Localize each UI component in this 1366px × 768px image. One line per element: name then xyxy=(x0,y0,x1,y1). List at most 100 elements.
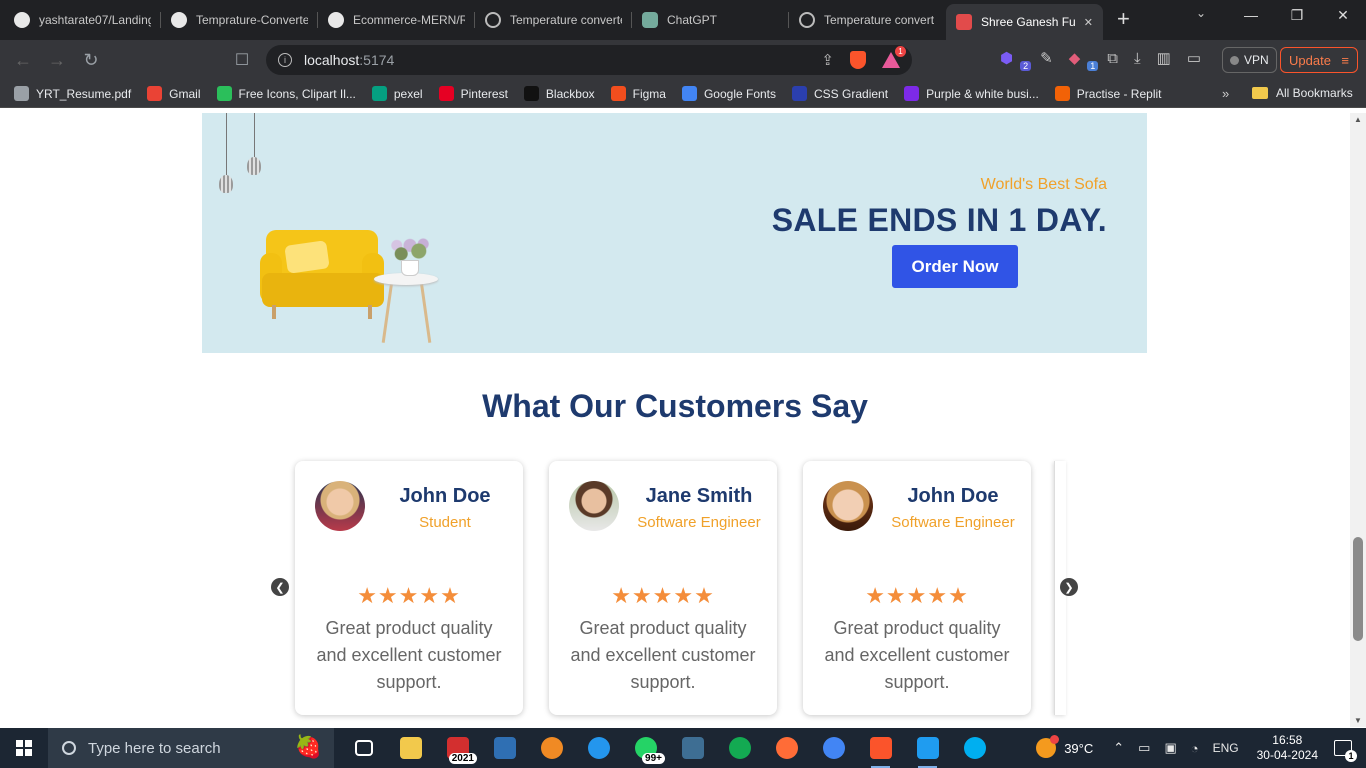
taskbar-app-postman[interactable] xyxy=(763,728,810,768)
order-now-button[interactable]: Order Now xyxy=(892,245,1018,288)
taskbar-app-chrome[interactable] xyxy=(810,728,857,768)
browser-tab[interactable]: Ecommerce-MERN/R xyxy=(318,4,475,36)
bookmark-favicon-icon xyxy=(792,86,808,101)
minimize-button[interactable]: — xyxy=(1228,0,1274,30)
brave-rewards-icon[interactable]: 1 xyxy=(882,46,906,68)
wifi-icon[interactable]: ◔ xyxy=(1191,741,1199,756)
bookmark-label: YRT_Resume.pdf xyxy=(36,86,132,101)
site-info-icon[interactable]: i xyxy=(278,53,292,67)
taskbar-app-whatsapp[interactable]: 99+ xyxy=(622,728,669,768)
bookmark-item[interactable]: Pinterest xyxy=(438,86,508,101)
share-icon[interactable]: ⇪ xyxy=(821,51,834,69)
taskbar-app-docker[interactable] xyxy=(575,728,622,768)
show-hidden-icons-chevron-icon[interactable]: ⌃ xyxy=(1113,740,1124,756)
carousel-prev-button[interactable]: ❮ xyxy=(271,578,289,596)
taskbar-app-mongodb[interactable] xyxy=(716,728,763,768)
wallet-icon[interactable]: ▭ xyxy=(1187,49,1201,67)
update-button[interactable]: Update ≡ xyxy=(1280,47,1358,73)
bookmarks-overflow-button[interactable]: » xyxy=(1222,86,1229,101)
extension-cube-icon[interactable]: ◆ 1 xyxy=(1069,49,1099,71)
bookmark-favicon-icon xyxy=(216,86,232,101)
address-bar[interactable]: i localhost:5174 ⇪ 1 xyxy=(266,45,912,75)
bookmark-label: Pinterest xyxy=(460,86,508,101)
tab-search-chevron-icon[interactable]: ⌄ xyxy=(1196,6,1206,20)
bookmark-item[interactable]: pexel xyxy=(371,86,423,101)
carousel-next-button[interactable]: ❯ xyxy=(1060,578,1078,596)
taskbar-app-file-explorer[interactable] xyxy=(387,728,434,768)
app-badge: 99+ xyxy=(642,753,665,764)
menu-icon: ≡ xyxy=(1341,52,1349,68)
extension-badge: 1 xyxy=(1087,61,1099,71)
taskbar-app-mysql-workbench[interactable] xyxy=(669,728,716,768)
browser-tab[interactable]: ChatGPT xyxy=(632,4,789,36)
bookmark-item[interactable]: Gmail xyxy=(147,86,201,101)
vpn-button[interactable]: VPN xyxy=(1222,47,1277,73)
close-tab-icon[interactable]: ✕ xyxy=(1084,16,1093,29)
forward-button[interactable]: → xyxy=(40,50,74,71)
file-explorer-icon xyxy=(399,737,422,759)
sidebar-icon[interactable]: ▥ xyxy=(1157,49,1171,67)
new-tab-button[interactable]: + xyxy=(1117,6,1130,32)
browser-tab[interactable]: Temperature convert xyxy=(789,4,946,36)
browser-tab[interactable]: yashtarate07/Landing xyxy=(4,4,161,36)
taskbar-clock[interactable]: 16:58 30-04-2024 xyxy=(1257,733,1318,763)
browser-tab[interactable]: Shree Ganesh Fu ✕ xyxy=(946,4,1103,40)
start-button[interactable] xyxy=(0,728,48,768)
brave-shields-icon[interactable] xyxy=(850,51,866,69)
scroll-up-icon[interactable]: ▲ xyxy=(1350,115,1366,124)
taskbar-app-vscode[interactable] xyxy=(904,728,951,768)
page-scrollbar[interactable]: ▲ ▼ xyxy=(1350,113,1366,727)
all-bookmarks-button[interactable]: All Bookmarks xyxy=(1252,86,1353,100)
mysql-workbench-icon xyxy=(681,737,704,759)
bookmark-item[interactable]: Blackbox xyxy=(523,86,595,101)
bookmark-page-icon[interactable]: ☐ xyxy=(225,50,259,70)
reload-button[interactable]: ↻ xyxy=(74,50,108,71)
github-icon xyxy=(171,12,187,28)
color-picker-icon[interactable]: ✎ xyxy=(1040,49,1053,67)
browser-tab[interactable]: Temperature converte xyxy=(475,4,632,36)
restore-button[interactable]: ❐ xyxy=(1274,0,1320,30)
battery-icon[interactable]: ▭ xyxy=(1138,740,1150,756)
tab-label: Shree Ganesh Fu xyxy=(981,15,1076,29)
extension-hexagon-icon[interactable]: ⬢ 2 xyxy=(1000,49,1032,71)
taskbar-app-skype[interactable] xyxy=(951,728,998,768)
testimonial-quote: Great product quality and excellent cust… xyxy=(570,618,756,692)
bookmark-item[interactable]: YRT_Resume.pdf xyxy=(14,86,131,101)
testimonial-quote: Great product quality and excellent cust… xyxy=(824,618,1010,692)
avatar xyxy=(569,481,619,531)
customer-name: John Doe xyxy=(399,485,491,507)
taskbar-app-virtualbox[interactable] xyxy=(481,728,528,768)
github-icon xyxy=(328,12,344,28)
bookmark-item[interactable]: Figma xyxy=(610,86,666,101)
bookmark-item[interactable]: Practise - Replit xyxy=(1054,86,1162,101)
tab-label: Ecommerce-MERN/R xyxy=(353,13,465,27)
scroll-down-icon[interactable]: ▼ xyxy=(1350,716,1366,725)
bookmark-item[interactable]: Purple & white busi... xyxy=(904,86,1039,101)
taskbar-search-box[interactable]: Type here to search 🍓 xyxy=(48,728,334,768)
back-button[interactable]: ← xyxy=(6,50,40,71)
avatar xyxy=(315,481,365,531)
lamp-cord xyxy=(254,113,255,157)
network-icon[interactable]: ▣ xyxy=(1164,740,1176,756)
taskbar-app-solidworks[interactable]: 2021 xyxy=(434,728,481,768)
taskbar-app-task-view[interactable] xyxy=(340,728,387,768)
scrollbar-thumb[interactable] xyxy=(1353,537,1363,641)
downloads-icon[interactable]: ⤓ xyxy=(1134,50,1141,67)
plant-pot xyxy=(401,260,419,276)
weather-widget[interactable]: 39°C xyxy=(1036,735,1093,758)
tab-label: Temperature converte xyxy=(510,13,622,27)
taskbar-app-vlc[interactable] xyxy=(528,728,575,768)
close-window-button[interactable]: ✕ xyxy=(1320,0,1366,30)
browser-tab[interactable]: Temprature-Converte xyxy=(161,4,318,36)
globe-icon xyxy=(799,12,815,28)
bookmark-item[interactable]: CSS Gradient xyxy=(792,86,888,101)
page-viewport: World's Best Sofa SALE ENDS IN 1 DAY. Or… xyxy=(0,113,1350,727)
bookmark-item[interactable]: Google Fonts xyxy=(681,86,776,101)
task-view-icon xyxy=(354,740,373,756)
bookmark-item[interactable]: Free Icons, Clipart Il... xyxy=(216,86,356,101)
language-indicator[interactable]: ENG xyxy=(1213,741,1239,755)
extensions-puzzle-icon[interactable]: ⧉ xyxy=(1107,50,1118,67)
tab-label: ChatGPT xyxy=(667,13,718,27)
taskbar-app-brave[interactable] xyxy=(857,728,904,768)
notification-center-icon[interactable]: 1 xyxy=(1334,740,1357,762)
